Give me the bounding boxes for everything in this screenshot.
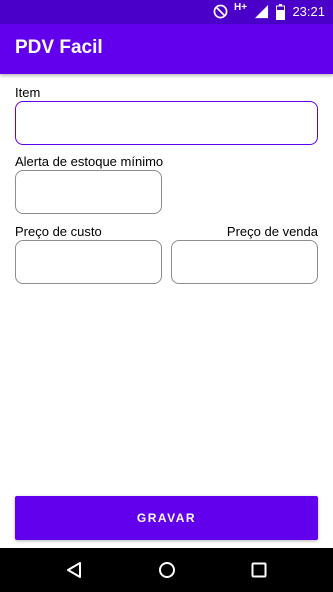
app-title: PDV Facil <box>15 37 103 58</box>
do-not-disturb-icon <box>213 4 228 19</box>
cost-price-input[interactable] <box>15 240 162 284</box>
item-input[interactable] <box>15 101 318 145</box>
signal-icon <box>254 4 269 19</box>
network-type: H+ <box>234 2 248 13</box>
battery-icon <box>276 4 285 20</box>
item-label: Item <box>15 85 41 100</box>
cost-price-label: Preço de custo <box>15 224 102 239</box>
back-icon[interactable] <box>62 558 86 582</box>
status-bar: H+ 23:21 <box>0 0 333 24</box>
home-icon[interactable] <box>155 558 179 582</box>
min-stock-input[interactable] <box>15 170 162 214</box>
save-button[interactable]: GRAVAR <box>15 496 318 540</box>
recents-icon[interactable] <box>247 558 271 582</box>
min-stock-label: Alerta de estoque mínimo <box>15 154 164 169</box>
sale-price-input[interactable] <box>171 240 318 284</box>
app-bar: PDV Facil <box>0 24 333 74</box>
sale-price-label: Preço de venda <box>226 224 318 239</box>
status-time: 23:21 <box>292 4 325 19</box>
navigation-bar <box>0 548 333 592</box>
